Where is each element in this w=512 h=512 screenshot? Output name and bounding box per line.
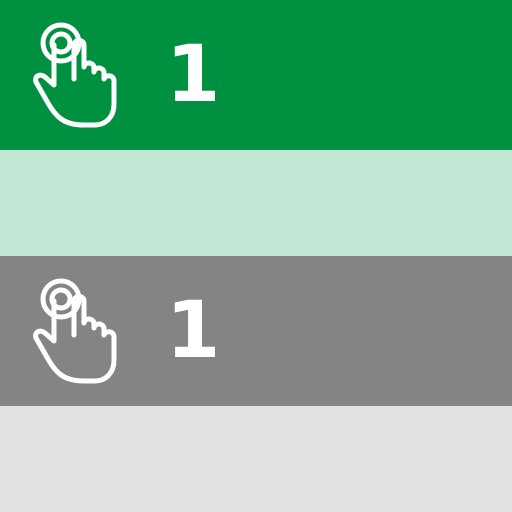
inactive-header-bar[interactable]: 1 [0,256,512,406]
inactive-content-panel [0,406,512,512]
tap-counter-card-inactive[interactable]: 1 [0,256,512,512]
tap-count-value: 1 [166,286,221,376]
tap-hand-icon [28,271,120,391]
active-content-panel [0,150,512,256]
tap-count-value: 1 [166,30,221,120]
tap-counter-card-active[interactable]: 1 [0,0,512,256]
tap-hand-icon [28,15,120,135]
active-header-bar[interactable]: 1 [0,0,512,150]
